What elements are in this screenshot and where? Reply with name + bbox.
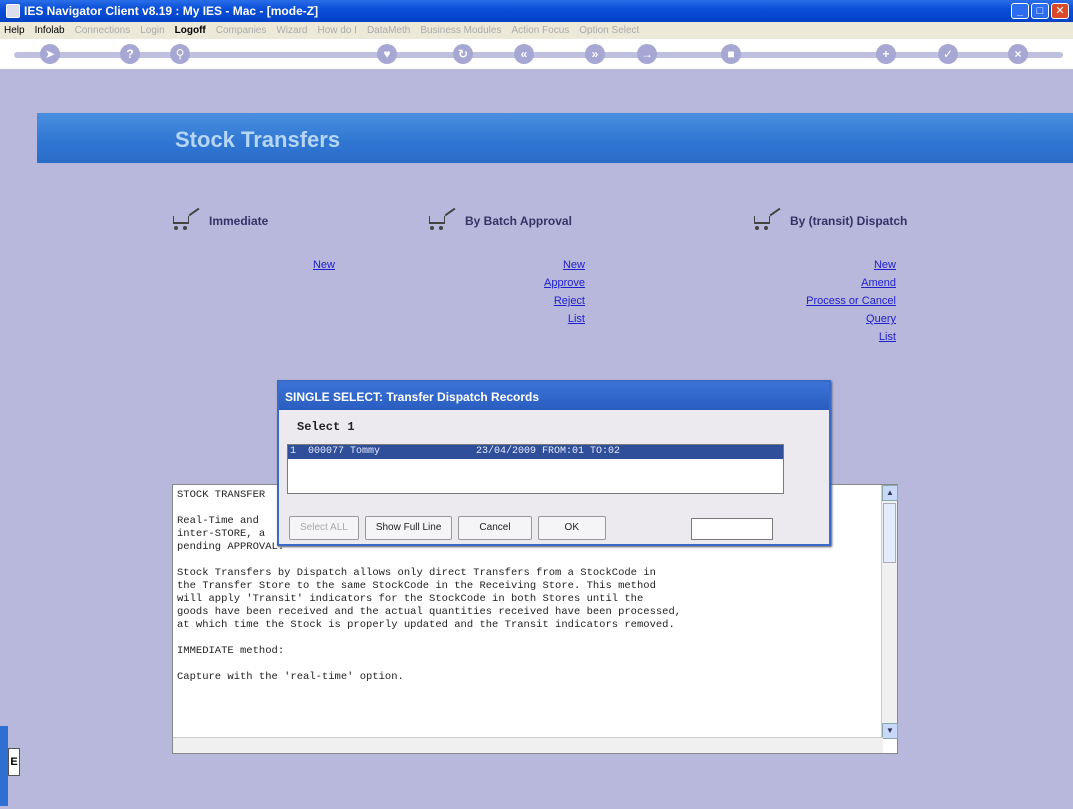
menu-item-datameth: DataMeth (366, 25, 411, 36)
link-transit-new[interactable]: New (775, 256, 896, 274)
page-banner: Stock Transfers (37, 113, 1073, 163)
confirm-icon[interactable]: ✓ (938, 44, 958, 64)
title-bar: IES Navigator Client v8.19 : My IES - Ma… (0, 0, 1073, 22)
cart-icon (752, 207, 781, 232)
scroll-up-icon[interactable]: ▲ (882, 485, 898, 501)
close-button[interactable]: ✕ (1051, 3, 1069, 19)
row-number: 1 (290, 446, 297, 457)
menu-item-login: Login (140, 25, 165, 36)
single-select-dialog: SINGLE SELECT: Transfer Dispatch Records… (277, 380, 831, 546)
refresh-icon[interactable]: ↻ (453, 44, 473, 64)
select-all-button[interactable]: Select ALL (289, 516, 359, 540)
add-icon[interactable]: + (876, 44, 896, 64)
menu-item-logoff[interactable]: Logoff (175, 25, 206, 36)
link-batch-approve[interactable]: Approve (515, 274, 585, 292)
link-batch-new[interactable]: New (515, 256, 585, 274)
help-icon[interactable]: ? (120, 44, 140, 64)
page-title: Stock Transfers (175, 127, 341, 152)
go-icon[interactable]: ➤ (40, 44, 60, 64)
menu-item-option-select: Option Select (579, 25, 640, 36)
menu-bar: Help Infolab Connections Login Logoff Compani… (0, 22, 1073, 39)
horizontal-scrollbar[interactable] (173, 737, 883, 753)
link-immediate-new[interactable]: New (275, 256, 335, 274)
section-title: By Batch Approval (465, 214, 572, 228)
stop-icon[interactable]: ■ (721, 44, 741, 64)
menu-item-action-focus: Action Focus (511, 25, 570, 36)
link-transit-query[interactable]: Query (775, 310, 896, 328)
window-title: IES Navigator Client v8.19 : My IES - Ma… (24, 4, 319, 18)
batch-links: New Approve Reject List (515, 256, 585, 328)
app-icon (6, 4, 20, 18)
dialog-label: Select 1 (297, 420, 355, 434)
maximize-button[interactable]: □ (1031, 3, 1049, 19)
cart-icon (427, 207, 456, 232)
record-list[interactable]: 1 000077 Tommy 23/04/2009 FROM:01 TO:02 (287, 444, 784, 494)
list-item[interactable]: 1 000077 Tommy 23/04/2009 FROM:01 TO:02 (288, 445, 783, 459)
search-icon[interactable]: ⚲ (170, 44, 190, 64)
link-batch-reject[interactable]: Reject (515, 292, 585, 310)
menu-item-how-do-i: How do I (317, 25, 357, 36)
immediate-links: New (275, 256, 335, 274)
next-icon[interactable]: → (637, 44, 657, 64)
section-title: By (transit) Dispatch (790, 214, 908, 228)
close-icon[interactable]: × (1008, 44, 1028, 64)
section-transit: By (transit) Dispatch (752, 207, 908, 232)
scroll-thumb[interactable] (883, 503, 896, 563)
forward-icon[interactable]: » (585, 44, 605, 64)
side-tab[interactable] (0, 726, 8, 806)
favorite-icon[interactable]: ♥ (377, 44, 397, 64)
menu-item-connections: Connections (74, 25, 131, 36)
transit-links: New Amend Process or Cancel Query List (775, 256, 896, 346)
row-code: 000077 Tommy (308, 446, 381, 457)
nav-toolbar: ➤? ⚲ ♥ ↻ « » → ■ + ✓ × (0, 39, 1073, 69)
link-transit-list[interactable]: List (775, 328, 896, 346)
minimize-button[interactable]: _ (1011, 3, 1029, 19)
ok-button[interactable]: OK (537, 516, 606, 540)
section-title: Immediate (209, 214, 269, 228)
menu-item-help[interactable]: Help (4, 25, 25, 36)
section-immediate: Immediate (171, 207, 269, 232)
section-batch: By Batch Approval (427, 207, 572, 232)
cancel-button[interactable]: Cancel (458, 516, 532, 540)
link-transit-amend[interactable]: Amend (775, 274, 896, 292)
dialog-title: SINGLE SELECT: Transfer Dispatch Records (279, 382, 829, 410)
menu-item-companies: Companies (215, 25, 267, 36)
menu-item-business-modules: Business Modules (420, 25, 502, 36)
side-letter-box[interactable]: E (8, 748, 20, 776)
row-detail: 23/04/2009 FROM:01 TO:02 (476, 446, 621, 457)
link-batch-list[interactable]: List (515, 310, 585, 328)
vertical-scrollbar[interactable]: ▲ ▼ (881, 485, 898, 739)
menu-item-wizard: Wizard (276, 25, 308, 36)
link-transit-process[interactable]: Process or Cancel (775, 292, 896, 310)
cart-icon (171, 207, 200, 232)
show-full-line-button[interactable]: Show Full Line (364, 516, 453, 540)
search-input[interactable] (691, 518, 773, 540)
menu-item-infolab[interactable]: Infolab (35, 25, 65, 36)
back-icon[interactable]: « (514, 44, 534, 64)
scroll-down-icon[interactable]: ▼ (882, 723, 898, 739)
